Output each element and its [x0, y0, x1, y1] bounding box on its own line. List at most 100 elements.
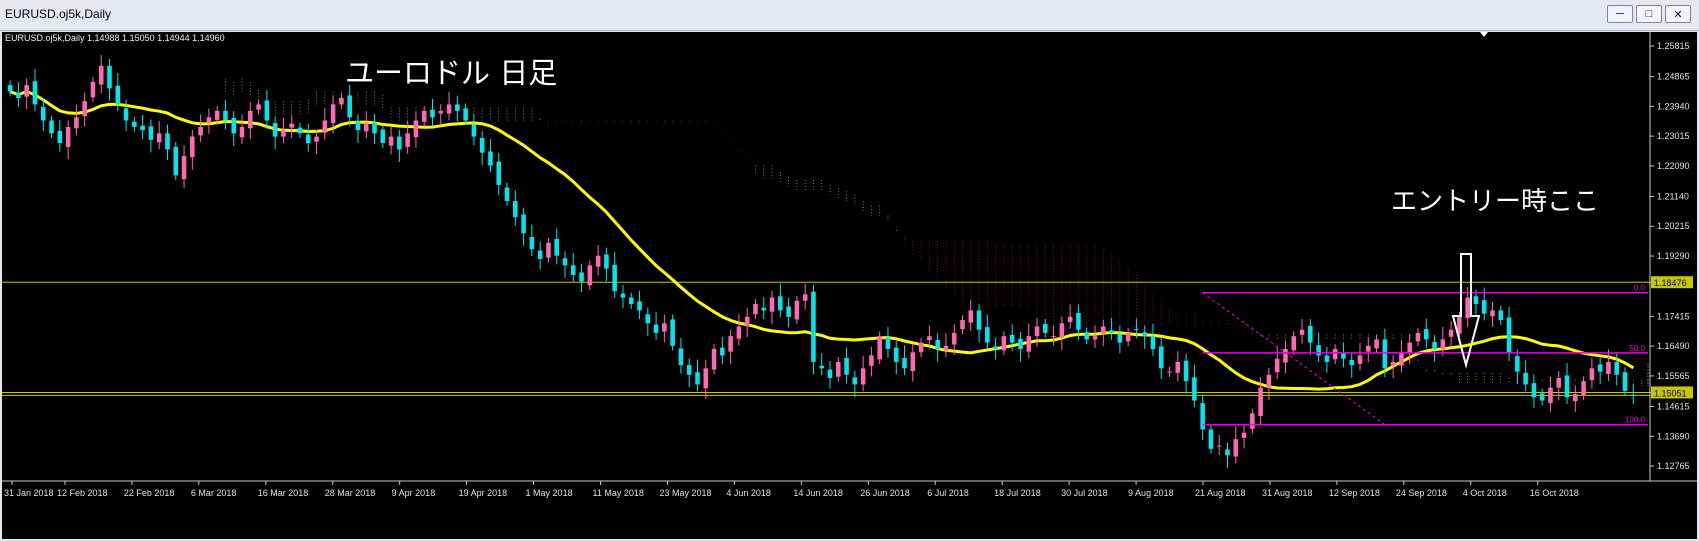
candle — [7, 85, 13, 92]
price-tick-label: 1.20215 — [1657, 221, 1690, 231]
candle — [1109, 330, 1114, 333]
candle — [16, 92, 21, 98]
candle — [935, 340, 940, 350]
candle — [546, 242, 551, 258]
candle — [1597, 364, 1603, 372]
candle — [372, 122, 377, 134]
time-tick-label: 30 Jul 2018 — [1061, 488, 1108, 498]
candle — [595, 255, 601, 267]
candle — [1076, 312, 1081, 330]
candle — [1150, 336, 1156, 350]
candle — [330, 104, 336, 124]
candle — [430, 109, 435, 118]
time-tick-label: 26 Jun 2018 — [860, 488, 910, 498]
candle — [860, 368, 866, 385]
price-tick-label: 1.23940 — [1657, 101, 1690, 111]
candle — [753, 303, 758, 315]
candle — [1523, 372, 1528, 385]
candle — [214, 110, 220, 120]
candle — [1258, 387, 1263, 416]
time-tick-label: 19 Apr 2018 — [459, 488, 508, 498]
candle — [1490, 310, 1495, 317]
candle — [1614, 361, 1620, 375]
candle — [1084, 332, 1090, 340]
candle — [256, 104, 261, 110]
candle — [82, 101, 87, 117]
time-tick-label: 18 Jul 2018 — [994, 488, 1041, 498]
fib-level-label: 50.0 — [1629, 344, 1645, 353]
candle — [397, 136, 402, 150]
candle — [910, 352, 916, 371]
minimize-button[interactable]: ─ — [1607, 5, 1633, 23]
candle — [513, 200, 518, 218]
candle — [281, 130, 286, 137]
candle — [918, 342, 924, 353]
price-tick-label: 1.12765 — [1657, 461, 1690, 471]
candle — [960, 320, 965, 330]
time-tick-label: 24 Sep 2018 — [1396, 488, 1447, 498]
candle — [686, 365, 692, 375]
price-tick-label: 1.21140 — [1657, 191, 1689, 201]
chart-canvas[interactable]: 0.0 50.0 100.0 1.25815 1.24865 1.23940 1.2301… — [2, 32, 1697, 539]
candle — [206, 117, 212, 124]
candle — [1117, 334, 1123, 343]
candle — [703, 368, 709, 389]
time-tick-label: 12 Feb 2018 — [57, 488, 108, 498]
candle — [1564, 375, 1570, 398]
candle — [844, 358, 849, 375]
candle — [1208, 429, 1214, 449]
candle — [537, 250, 543, 259]
candle — [1548, 387, 1553, 404]
price-tick-label: 1.22090 — [1657, 161, 1690, 171]
candle — [1158, 346, 1164, 369]
candle — [985, 327, 990, 343]
candle — [1606, 361, 1611, 375]
chart-title-annotation: ユーロドル 日足 — [345, 56, 557, 90]
time-tick-label: 22 Feb 2018 — [124, 488, 175, 498]
candle — [1432, 341, 1437, 350]
candle — [355, 121, 361, 131]
candle — [463, 108, 468, 121]
candle — [951, 332, 957, 345]
candle — [1332, 349, 1338, 360]
time-tick-label: 6 Mar 2018 — [191, 488, 237, 498]
price-tick-label: 1.15565 — [1657, 371, 1690, 381]
time-tick-label: 1 May 2018 — [526, 488, 573, 498]
candle — [993, 346, 998, 350]
candle — [123, 108, 129, 121]
candle — [1233, 439, 1239, 457]
candle — [1473, 296, 1479, 304]
candle — [148, 126, 154, 140]
candle — [1167, 371, 1172, 373]
candle — [811, 291, 816, 362]
candle — [678, 348, 684, 366]
candle — [1374, 339, 1379, 349]
candle — [885, 337, 891, 350]
candle — [339, 97, 344, 105]
candle — [604, 254, 609, 269]
candle — [1573, 394, 1578, 402]
candle — [488, 151, 493, 166]
candle — [156, 133, 162, 143]
time-tick-label: 4 Jun 2018 — [726, 488, 771, 498]
window-titlebar[interactable]: EURUSD.oj5k,Daily ─ □ ✕ — [0, 0, 1699, 31]
candle — [529, 237, 535, 250]
price-chart[interactable]: 0.0 50.0 100.0 1.25815 1.24865 1.23940 1.2301… — [2, 32, 1697, 539]
candle — [802, 294, 808, 301]
candle — [289, 123, 294, 128]
candle — [877, 336, 882, 360]
candle — [40, 106, 46, 121]
candle — [562, 258, 568, 266]
maximize-button[interactable]: □ — [1636, 5, 1662, 23]
price-tick-label: 1.25815 — [1657, 41, 1690, 51]
time-tick-label: 31 Jan 2018 — [4, 488, 54, 498]
candle — [322, 120, 328, 133]
candle — [1134, 329, 1139, 331]
candle — [836, 361, 841, 377]
candle — [1001, 336, 1007, 351]
close-button[interactable]: ✕ — [1665, 5, 1691, 23]
candle — [264, 100, 270, 121]
candle — [1390, 361, 1396, 366]
candle — [819, 365, 824, 369]
candle — [1125, 332, 1131, 342]
